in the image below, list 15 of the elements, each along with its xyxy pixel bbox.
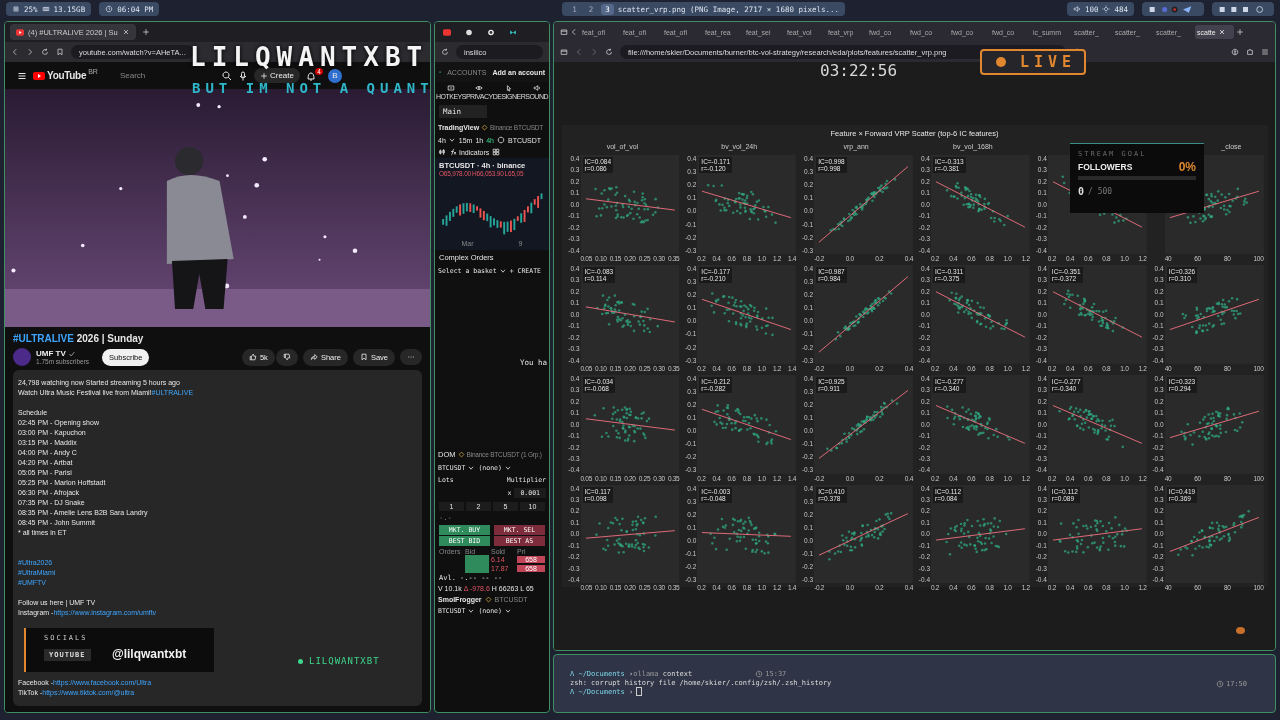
goal-count: 0: [1078, 186, 1085, 197]
video-title: #ULTRALIVE 2026 | Sunday: [13, 333, 145, 344]
channel-name[interactable]: UMF TV: [36, 349, 66, 358]
stream-subtitle: BUT IM NOT A QUANT: [192, 80, 434, 96]
goal-target: / 500: [1088, 187, 1113, 196]
create-button[interactable]: Create: [253, 68, 300, 83]
goal-title: FOLLOWERS: [1078, 162, 1133, 172]
search-field[interactable]: Search: [115, 70, 212, 81]
live-badge: LIVE: [980, 49, 1086, 75]
channel-ticker: LILQWANTXBT: [309, 656, 380, 666]
social-handle: @lilqwantxbt: [112, 647, 187, 661]
avatar[interactable]: B: [327, 68, 342, 83]
goal-percent: 0%: [1178, 160, 1196, 174]
stream-timer: 03:22:56: [820, 61, 898, 80]
site-logo[interactable]: YouTube: [47, 70, 87, 81]
